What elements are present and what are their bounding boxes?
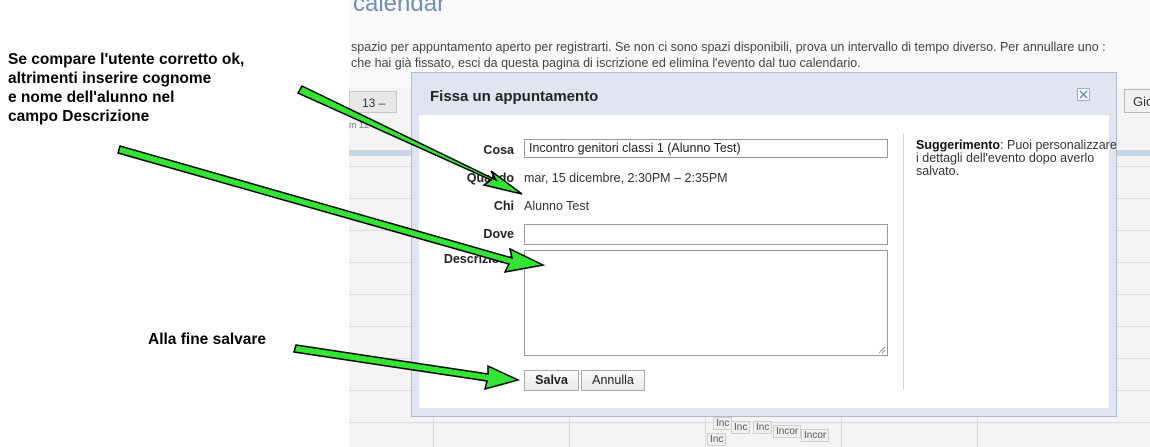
event-chip[interactable]: Inc xyxy=(707,433,727,446)
descrizione-textarea[interactable] xyxy=(524,250,888,356)
day-view-button[interactable]: Gio xyxy=(1124,89,1150,113)
week-range-button[interactable]: 13 – xyxy=(349,91,397,113)
dove-input[interactable] xyxy=(524,224,888,245)
event-chip[interactable]: Inc xyxy=(753,421,773,434)
cosa-input[interactable]: Incontro genitori classi 1 (Alunno Test) xyxy=(524,139,888,158)
dialog-title: Fissa un appuntamento xyxy=(430,88,599,105)
chi-label: Chi xyxy=(493,199,514,213)
quando-value: mar, 15 dicembre, 2:30PM – 2:35PM xyxy=(524,171,728,185)
quando-label: Quando xyxy=(466,171,514,185)
annotation-bottom: Alla fine salvare xyxy=(148,331,267,348)
event-chip[interactable]: Incor xyxy=(801,429,830,442)
annotation-top-line-4: campo Descrizione xyxy=(8,108,150,125)
tip-text: Suggerimento: Puoi personalizzare i dett… xyxy=(916,139,1121,178)
annotation-top: Se compare l'utente corretto ok, altrime… xyxy=(8,50,244,126)
descrizione-label: Descrizione xyxy=(443,252,514,266)
instructions-line-1: spazio per appuntamento aperto per regis… xyxy=(351,40,1106,54)
close-icon[interactable] xyxy=(1077,88,1090,101)
instructions-line-2: che hai già fissato, esci da questa pagi… xyxy=(351,56,861,70)
annotation-top-line-2: altrimenti inserire cognome xyxy=(8,70,212,87)
time-label: m 12 xyxy=(349,120,370,130)
annotation-top-line-3: e nome dell'alunno nel xyxy=(8,89,175,106)
chi-value: Alunno Test xyxy=(524,199,590,213)
tip-label: Suggerimento xyxy=(916,138,1001,152)
resize-grip-icon[interactable] xyxy=(878,346,886,354)
calendar-title: calendar xyxy=(353,0,446,17)
dialog-divider xyxy=(903,134,904,390)
annotation-top-line-1: Se compare l'utente corretto ok, xyxy=(8,51,245,68)
event-chip[interactable]: Inc xyxy=(713,417,733,430)
event-chip[interactable]: Inc xyxy=(731,421,751,434)
cancel-button[interactable]: Annulla xyxy=(581,370,645,391)
cosa-label: Cosa xyxy=(483,143,514,157)
dove-label: Dove xyxy=(483,227,514,241)
save-button[interactable]: Salva xyxy=(524,370,579,391)
dialog-content: Cosa Incontro genitori classi 1 (Alunno … xyxy=(418,114,1117,407)
event-chip[interactable]: Incor xyxy=(773,425,802,438)
